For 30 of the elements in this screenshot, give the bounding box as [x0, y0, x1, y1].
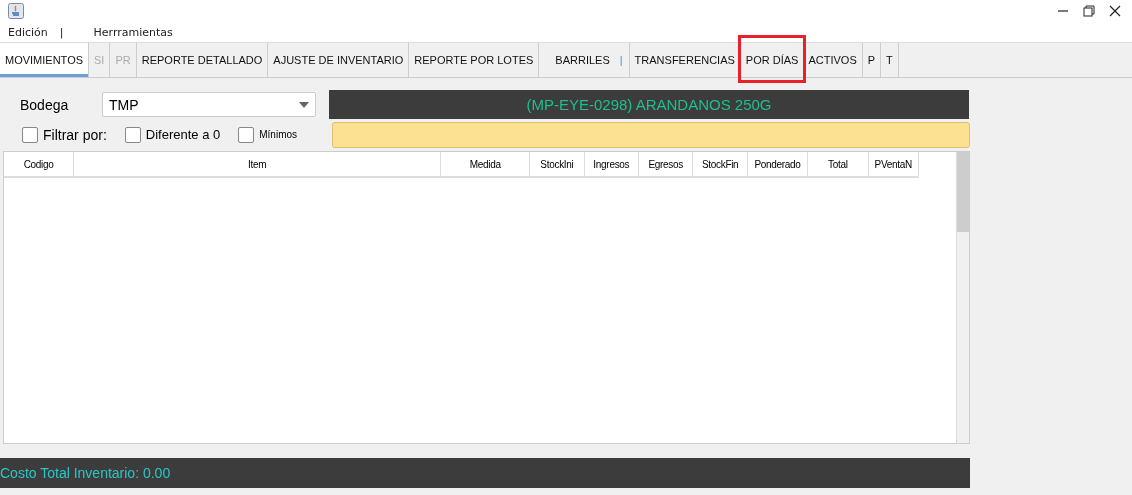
menu-separator: | — [59, 25, 64, 39]
checkbox-label: Mínimos — [259, 129, 298, 140]
app-icon — [8, 3, 24, 19]
column-header[interactable]: StockFin — [693, 152, 748, 176]
checkbox[interactable] — [22, 126, 38, 143]
column-header[interactable]: Item — [74, 152, 442, 176]
product-banner: (MP-EYE-0298) ARANDANOS 250G — [329, 90, 969, 119]
menu-item[interactable]: Herrramientas — [93, 25, 173, 39]
column-header[interactable]: Medida — [441, 152, 531, 176]
menu-item[interactable]: Edición — [8, 25, 48, 39]
close-icon[interactable] — [1108, 4, 1122, 18]
column-header[interactable]: PVentaN — [868, 152, 919, 176]
caret-icon — [299, 101, 309, 108]
column-header[interactable]: Total — [808, 152, 869, 176]
column-header[interactable]: Egresos — [639, 152, 694, 176]
scrollbar[interactable] — [956, 152, 969, 443]
dropdown[interactable]: TMP — [102, 92, 316, 117]
checkbox[interactable] — [238, 126, 255, 143]
column-header[interactable]: Codigo — [4, 152, 75, 176]
checkbox-label: Diferente a 0 — [145, 127, 221, 142]
column-header[interactable]: StockIni — [530, 152, 585, 176]
tab-separator: | — [619, 54, 623, 66]
status-bar: Costo Total Inventario: 0.00 — [0, 458, 970, 488]
column-header[interactable]: Ingresos — [584, 152, 640, 176]
field-label: Bodega — [20, 96, 70, 113]
checkbox-label: Filtrar por: — [43, 126, 107, 143]
checkbox[interactable] — [124, 126, 141, 143]
tab[interactable]: MOVIMIENTOS — [0, 43, 90, 77]
restore-icon[interactable] — [1082, 4, 1096, 18]
column-header[interactable]: Ponderado — [747, 152, 809, 176]
